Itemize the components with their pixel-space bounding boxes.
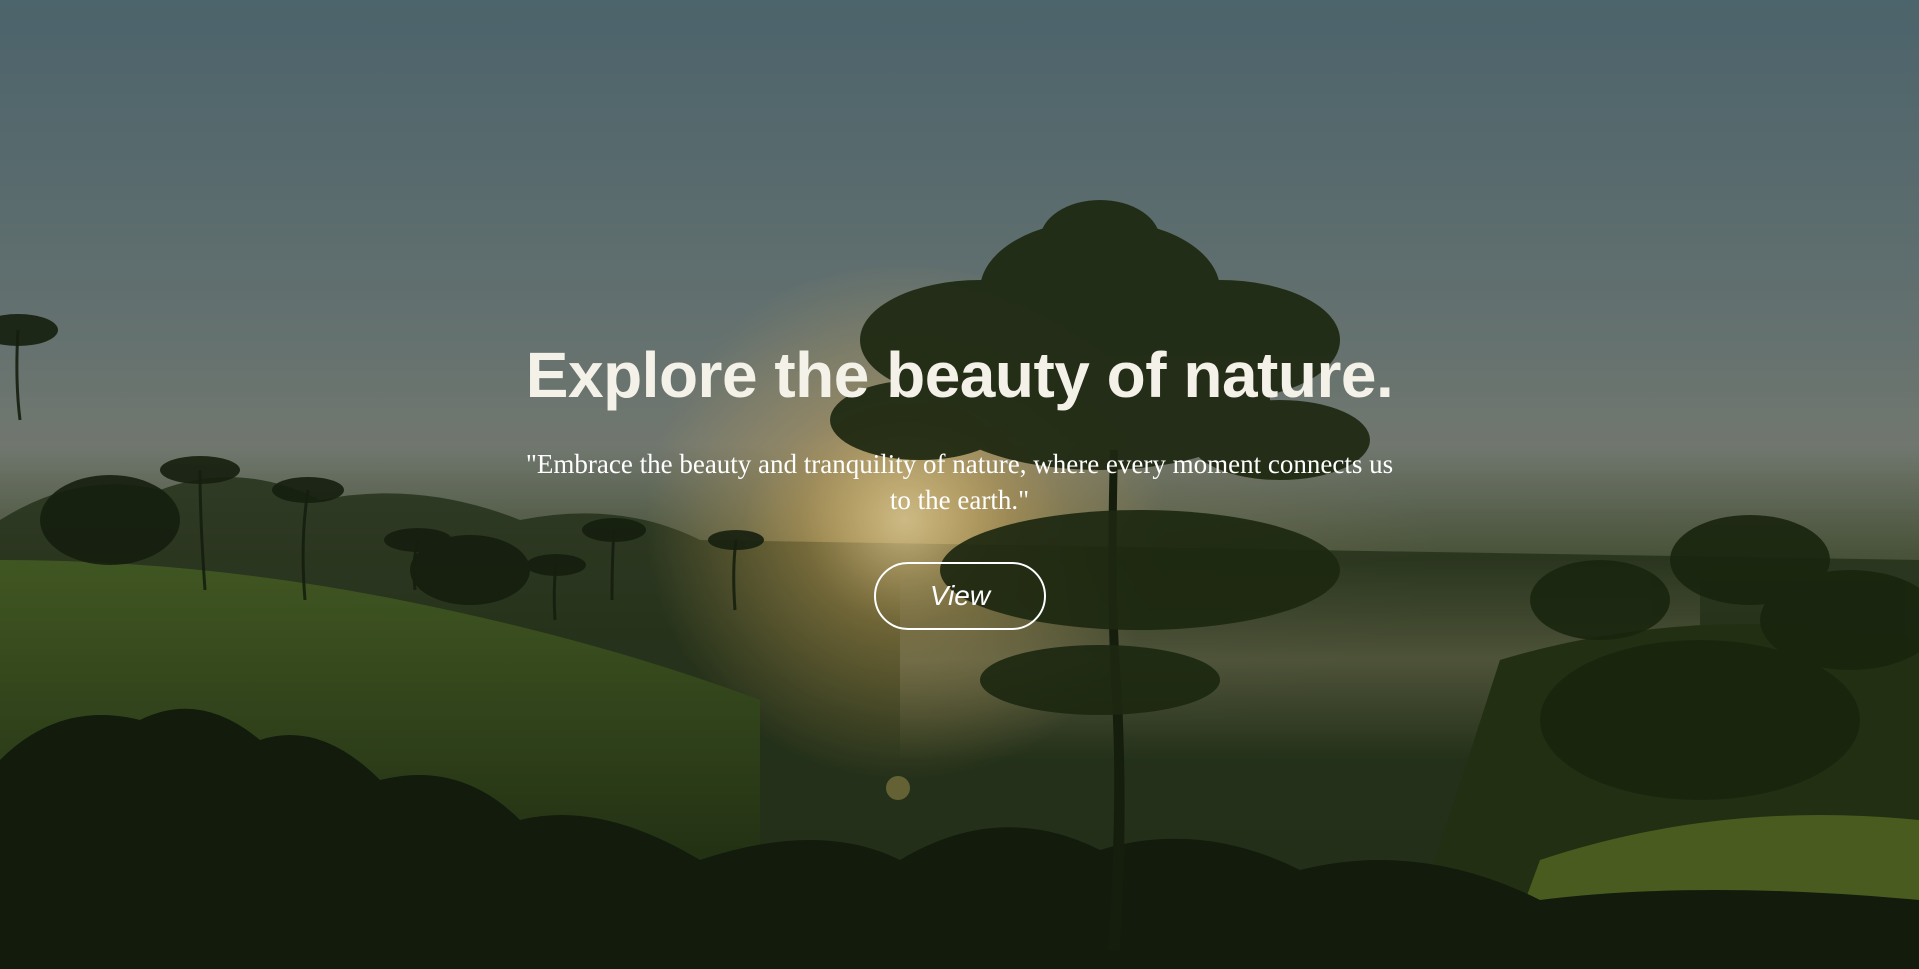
hero-title: Explore the beauty of nature. (525, 339, 1394, 411)
hero-quote: "Embrace the beauty and tranquility of n… (525, 449, 1394, 515)
hero-section: Explore the beauty of nature. "Embrace t… (0, 0, 1919, 969)
view-button[interactable]: View (874, 562, 1046, 630)
hero-content: Explore the beauty of nature. "Embrace t… (0, 0, 1919, 969)
